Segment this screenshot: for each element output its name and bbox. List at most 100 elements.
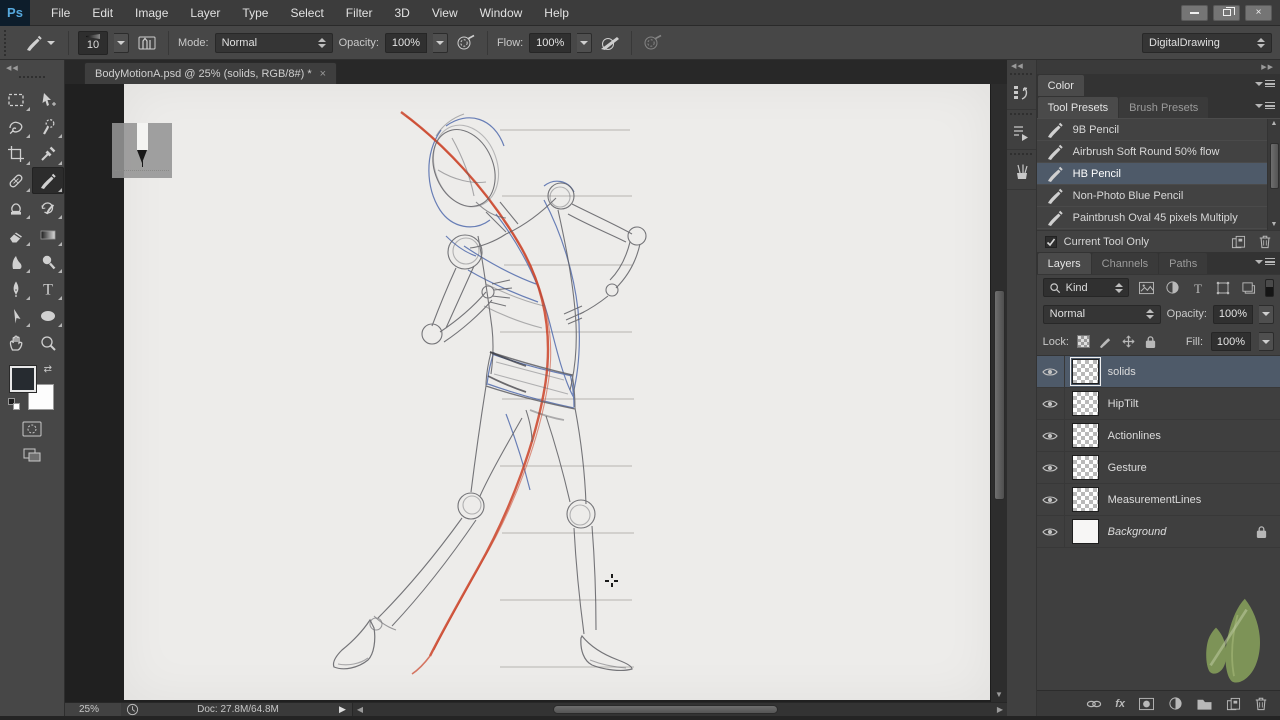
tool-spot-healing[interactable] [0, 167, 32, 194]
tool-history-brush[interactable] [32, 194, 64, 221]
tab-tool-presets[interactable]: Tool Presets [1037, 97, 1119, 118]
filter-pixel-layers-icon[interactable] [1138, 281, 1155, 295]
horizontal-scrollbar[interactable]: ◀ ▶ [351, 703, 1007, 716]
tool-preset-item[interactable]: HB Pencil [1036, 163, 1280, 185]
current-tool-only-checkbox[interactable] [1044, 235, 1057, 248]
panel-menu-icon[interactable] [1255, 258, 1275, 265]
toggle-brush-panel-button[interactable] [135, 31, 159, 55]
layer-thumbnail[interactable] [1071, 455, 1099, 480]
tool-clone-stamp[interactable] [0, 194, 32, 221]
zoom-level-field[interactable]: 25% [65, 703, 121, 716]
blend-mode-select[interactable]: Normal [214, 32, 333, 53]
tool-preset-item[interactable]: 9B Pencil [1036, 119, 1280, 141]
expand-dock-icon[interactable]: ▶▶ [1261, 63, 1274, 71]
lock-transparency-icon[interactable] [1076, 335, 1090, 348]
document-tab[interactable]: BodyMotionA.psd @ 25% (solids, RGB/8#) *… [84, 62, 338, 84]
panel-icon-brush-panel[interactable] [1007, 150, 1036, 190]
layer-visibility-eye-icon[interactable] [1037, 484, 1065, 515]
tool-lasso[interactable] [0, 113, 32, 140]
brush-tool-preset-button[interactable] [20, 31, 59, 55]
filter-type-layers-icon[interactable]: T [1191, 281, 1205, 295]
delete-preset-button[interactable] [1258, 234, 1272, 249]
workspace-select[interactable]: DigitalDrawing [1142, 32, 1272, 53]
menu-file[interactable]: File [40, 0, 81, 26]
horizontal-scrollbar-thumb[interactable] [552, 705, 778, 714]
panel-menu-icon[interactable] [1255, 102, 1275, 109]
tool-preset-item[interactable]: Airbrush Soft Round 50% flow [1036, 141, 1280, 163]
vertical-scrollbar[interactable]: ▼ [990, 84, 1007, 702]
panel-menu-icon[interactable] [1255, 80, 1275, 87]
layer-row-actionlines[interactable]: Actionlines [1036, 420, 1280, 452]
scroll-down-icon[interactable]: ▼ [1271, 220, 1278, 230]
tool-dodge[interactable] [32, 248, 64, 275]
scroll-left-icon[interactable]: ◀ [357, 705, 363, 714]
layer-fill-field[interactable]: 100% [1211, 332, 1251, 351]
menu-window[interactable]: Window [469, 0, 534, 26]
preset-scrollbar-thumb[interactable] [1269, 143, 1279, 189]
filter-kind-select[interactable]: Kind [1042, 278, 1129, 297]
add-mask-icon[interactable] [1138, 697, 1155, 711]
menu-layer[interactable]: Layer [179, 0, 231, 26]
restore-button[interactable] [1213, 4, 1240, 21]
menu-type[interactable]: Type [231, 0, 279, 26]
collapse-dock-icon[interactable]: ◀◀ [1007, 60, 1036, 70]
tool-brush[interactable] [32, 167, 64, 194]
layer-row-solids[interactable]: solids [1036, 356, 1280, 388]
layer-visibility-eye-icon[interactable] [1037, 452, 1065, 483]
tablet-opacity-button[interactable] [454, 31, 478, 55]
scroll-right-icon[interactable]: ▶ [997, 705, 1003, 714]
menu-3d[interactable]: 3D [383, 0, 420, 26]
scroll-up-icon[interactable]: ▲ [1271, 119, 1278, 129]
tab-brush-presets[interactable]: Brush Presets [1119, 97, 1209, 118]
close-tab-icon[interactable]: × [320, 68, 326, 80]
link-layers-icon[interactable] [1086, 698, 1102, 710]
quick-mask-button[interactable] [21, 420, 43, 438]
preset-list-scrollbar[interactable]: ▲ ▼ [1267, 119, 1280, 230]
new-layer-icon[interactable] [1226, 697, 1241, 711]
menu-select[interactable]: Select [279, 0, 334, 26]
layer-thumbnail[interactable] [1069, 357, 1101, 386]
brush-size-picker[interactable]: 10 [78, 30, 108, 55]
tool-eraser[interactable] [0, 221, 32, 248]
layer-blend-mode-select[interactable]: Normal [1042, 304, 1161, 324]
tool-ellipse-shape[interactable] [32, 302, 64, 329]
collapse-tools-icon[interactable]: ◀◀ [0, 60, 64, 74]
layer-opacity-field[interactable]: 100% [1213, 304, 1253, 324]
delete-layer-icon[interactable] [1254, 696, 1268, 711]
layer-visibility-eye-icon[interactable] [1037, 356, 1065, 387]
tool-hand[interactable] [0, 329, 32, 356]
layer-opacity-dropdown[interactable] [1259, 304, 1274, 324]
flow-dropdown[interactable] [577, 32, 593, 53]
layer-thumbnail[interactable] [1071, 519, 1099, 544]
tool-zoom[interactable] [32, 329, 64, 356]
layer-visibility-eye-icon[interactable] [1037, 516, 1065, 547]
layer-row-measurementlines[interactable]: MeasurementLines [1036, 484, 1280, 516]
layer-fill-dropdown[interactable] [1259, 332, 1274, 351]
layer-row-background[interactable]: Background [1036, 516, 1280, 548]
status-flyout-button[interactable]: ▶ [333, 704, 352, 715]
filter-smart-object-icon[interactable] [1241, 281, 1256, 295]
tab-color[interactable]: Color [1037, 75, 1084, 96]
tool-eyedropper[interactable] [32, 140, 64, 167]
options-grip[interactable] [4, 29, 12, 56]
menu-filter[interactable]: Filter [335, 0, 384, 26]
brush-size-dropdown[interactable] [114, 32, 129, 53]
default-colors-icon[interactable] [8, 398, 20, 410]
layer-visibility-eye-icon[interactable] [1037, 388, 1065, 419]
tab-paths[interactable]: Paths [1159, 253, 1208, 274]
layer-thumbnail[interactable] [1071, 487, 1099, 512]
filter-adjustment-layers-icon[interactable] [1165, 280, 1180, 295]
close-button[interactable]: × [1245, 4, 1272, 21]
tab-layers[interactable]: Layers [1037, 253, 1091, 274]
tablet-size-button[interactable] [641, 31, 665, 55]
minimize-button[interactable] [1181, 4, 1208, 21]
new-group-icon[interactable] [1196, 697, 1213, 711]
lock-position-icon[interactable] [1121, 334, 1136, 349]
new-adjustment-layer-icon[interactable] [1168, 696, 1183, 711]
layer-thumbnail[interactable] [1071, 423, 1099, 448]
flow-field[interactable]: 100% [529, 32, 572, 53]
tool-crop[interactable] [0, 140, 32, 167]
tab-channels[interactable]: Channels [1091, 253, 1159, 274]
screen-mode-button[interactable] [21, 446, 43, 464]
filter-toggle-switch[interactable] [1265, 278, 1274, 297]
